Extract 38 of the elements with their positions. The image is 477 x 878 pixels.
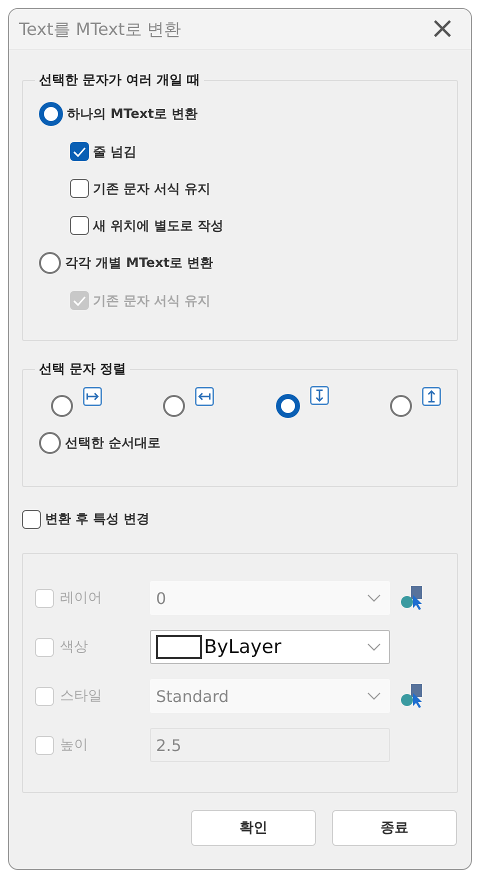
checkbox[interactable]: [70, 142, 89, 161]
option-label: 새 위치에 별도로 작성: [93, 218, 224, 234]
radio-button[interactable]: [39, 252, 61, 274]
close-button[interactable]: ×: [426, 14, 459, 44]
property-label: 색상: [60, 638, 88, 656]
radio-button[interactable]: [51, 395, 73, 417]
option-label: 기존 문자 서식 유지: [93, 292, 211, 310]
option-label: 각각 개별 MText로 변환: [65, 255, 214, 272]
group-title: 선택한 문자가 여러 개일 때: [35, 71, 204, 89]
arrow-up-icon: [422, 387, 441, 406]
group-title: 선택 문자 정렬: [35, 360, 130, 378]
arrow-left-icon: [195, 387, 214, 406]
checkbox[interactable]: [70, 216, 89, 235]
cancel-button[interactable]: 종료: [332, 810, 457, 846]
option-label: 변환 후 특성 변경: [45, 511, 150, 528]
window-title: Text를 MText로 변환: [19, 18, 182, 40]
radio-button[interactable]: [163, 395, 186, 417]
color-swatch: [156, 635, 202, 659]
arrow-right-icon: [83, 387, 102, 406]
property-label: 높이: [60, 736, 88, 754]
checkbox[interactable]: [70, 179, 89, 198]
check-icon: [73, 296, 86, 306]
arrow-down-icon: [310, 386, 329, 405]
property-label: 레이어: [60, 589, 102, 607]
chevron-down-icon[interactable]: [367, 643, 381, 651]
radio-button[interactable]: [39, 102, 63, 126]
option-label: 하나의 MText로 변환: [67, 106, 198, 123]
property-label: 스타일: [60, 687, 102, 705]
ok-button[interactable]: 확인: [191, 810, 316, 846]
radio-button[interactable]: [276, 394, 300, 418]
check-icon: [73, 146, 86, 156]
option-label: 선택한 순서대로: [65, 435, 161, 452]
option-label: 기존 문자 서식 유지: [93, 180, 211, 198]
radio-button[interactable]: [390, 395, 412, 417]
checkbox[interactable]: [22, 510, 41, 528]
radio-button[interactable]: [39, 432, 61, 454]
option-label: 줄 넘김: [93, 144, 137, 160]
dropdown[interactable]: ByLayer: [150, 630, 390, 664]
